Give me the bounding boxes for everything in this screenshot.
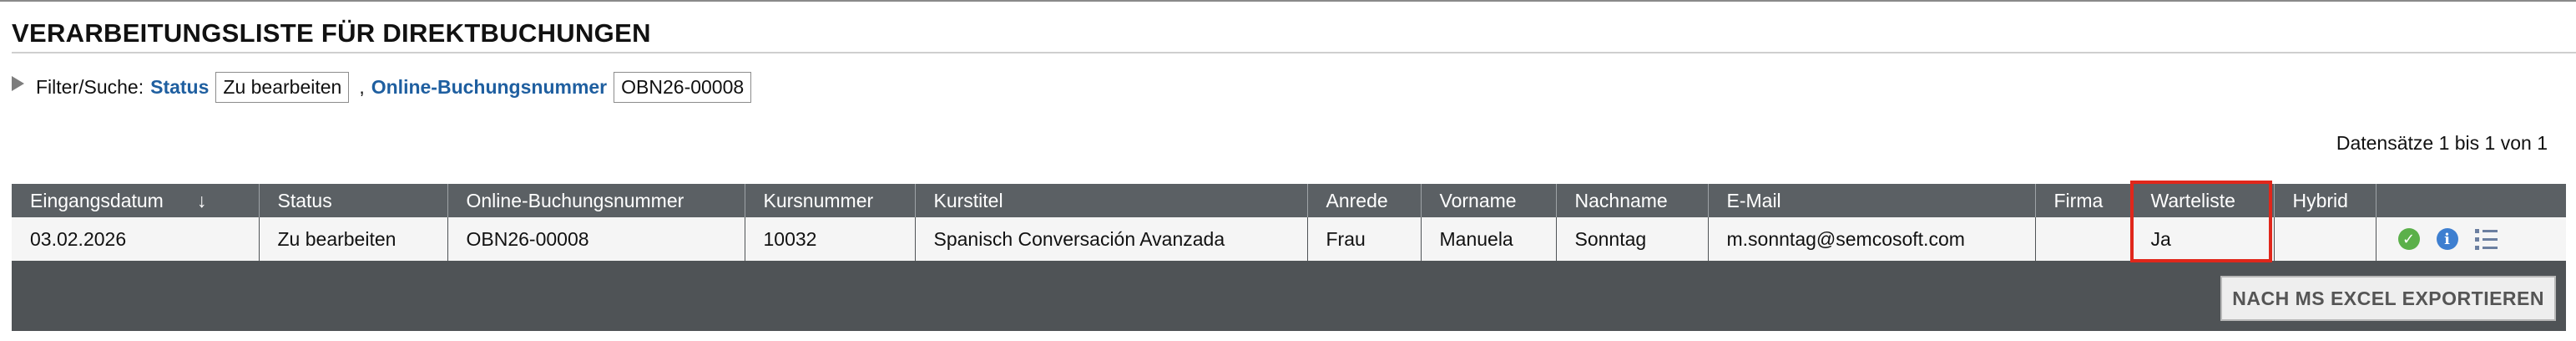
cell-anrede: Frau [1306, 217, 1421, 261]
filter-status-value[interactable]: Zu bearbeiten [215, 71, 350, 103]
filter-label: Filter/Suche: [36, 75, 144, 98]
col-header-eingangsdatum-label: Eingangsdatum [30, 189, 164, 211]
warteliste-highlight-box [2130, 181, 2272, 262]
cell-nachname: Sonntag [1555, 217, 1708, 261]
col-header-anrede[interactable]: Anrede [1306, 184, 1421, 217]
export-excel-button[interactable]: NACH MS EXCEL EXPORTIEREN [2220, 276, 2556, 321]
col-header-hybrid[interactable]: Hybrid [2273, 184, 2376, 217]
col-header-kurstitel[interactable]: Kurstitel [914, 184, 1307, 217]
cell-kursnummer: 10032 [744, 217, 915, 261]
top-rule [0, 0, 2576, 2]
filter-status-key[interactable]: Status [150, 76, 209, 99]
page-title: VERARBEITUNGSLISTE FÜR DIREKTBUCHUNGEN [12, 18, 651, 48]
cell-kurstitel: Spanisch Conversación Avanzada [914, 217, 1307, 261]
sort-down-icon[interactable]: ↓ [197, 190, 207, 211]
page-header: VERARBEITUNGSLISTE FÜR DIREKTBUCHUNGEN [12, 17, 2576, 53]
cell-actions: ✓ i [2375, 217, 2567, 261]
record-count: Datensätze 1 bis 1 von 1 [2336, 132, 2548, 154]
row-actions: ✓ i [2395, 228, 2567, 250]
col-header-firma[interactable]: Firma [2034, 184, 2132, 217]
col-header-kursnummer[interactable]: Kursnummer [744, 184, 915, 217]
cell-hybrid [2273, 217, 2376, 261]
cell-vorname: Manuela [1420, 217, 1556, 261]
cell-email: m.sonntag@semcosoft.com [1707, 217, 2035, 261]
cell-status: Zu bearbeiten [258, 217, 447, 261]
filter-booking-key[interactable]: Online-Buchungsnummer [371, 76, 607, 99]
cell-eingangsdatum: 03.02.2026 [12, 217, 259, 261]
col-header-eingangsdatum[interactable]: Eingangsdatum ↓ [12, 184, 259, 217]
col-header-status[interactable]: Status [258, 184, 447, 217]
col-header-buchungsnummer[interactable]: Online-Buchungsnummer [447, 184, 745, 217]
check-circle-icon[interactable]: ✓ [2397, 228, 2420, 250]
info-icon[interactable]: i [2436, 228, 2458, 250]
cell-buchungsnummer: OBN26-00008 [447, 217, 745, 261]
expand-triangle-icon[interactable] [12, 76, 24, 91]
filter-booking-value[interactable]: OBN26-00008 [614, 71, 752, 103]
col-header-vorname[interactable]: Vorname [1420, 184, 1556, 217]
cell-firma [2034, 217, 2132, 261]
list-icon[interactable] [2474, 228, 2498, 250]
filter-bar: Filter/Suche: Status Zu bearbeiten , Onl… [12, 70, 761, 104]
col-header-actions [2375, 184, 2566, 217]
filter-separator: , [359, 75, 365, 98]
col-header-nachname[interactable]: Nachname [1555, 184, 1708, 217]
col-header-email[interactable]: E-Mail [1707, 184, 2035, 217]
